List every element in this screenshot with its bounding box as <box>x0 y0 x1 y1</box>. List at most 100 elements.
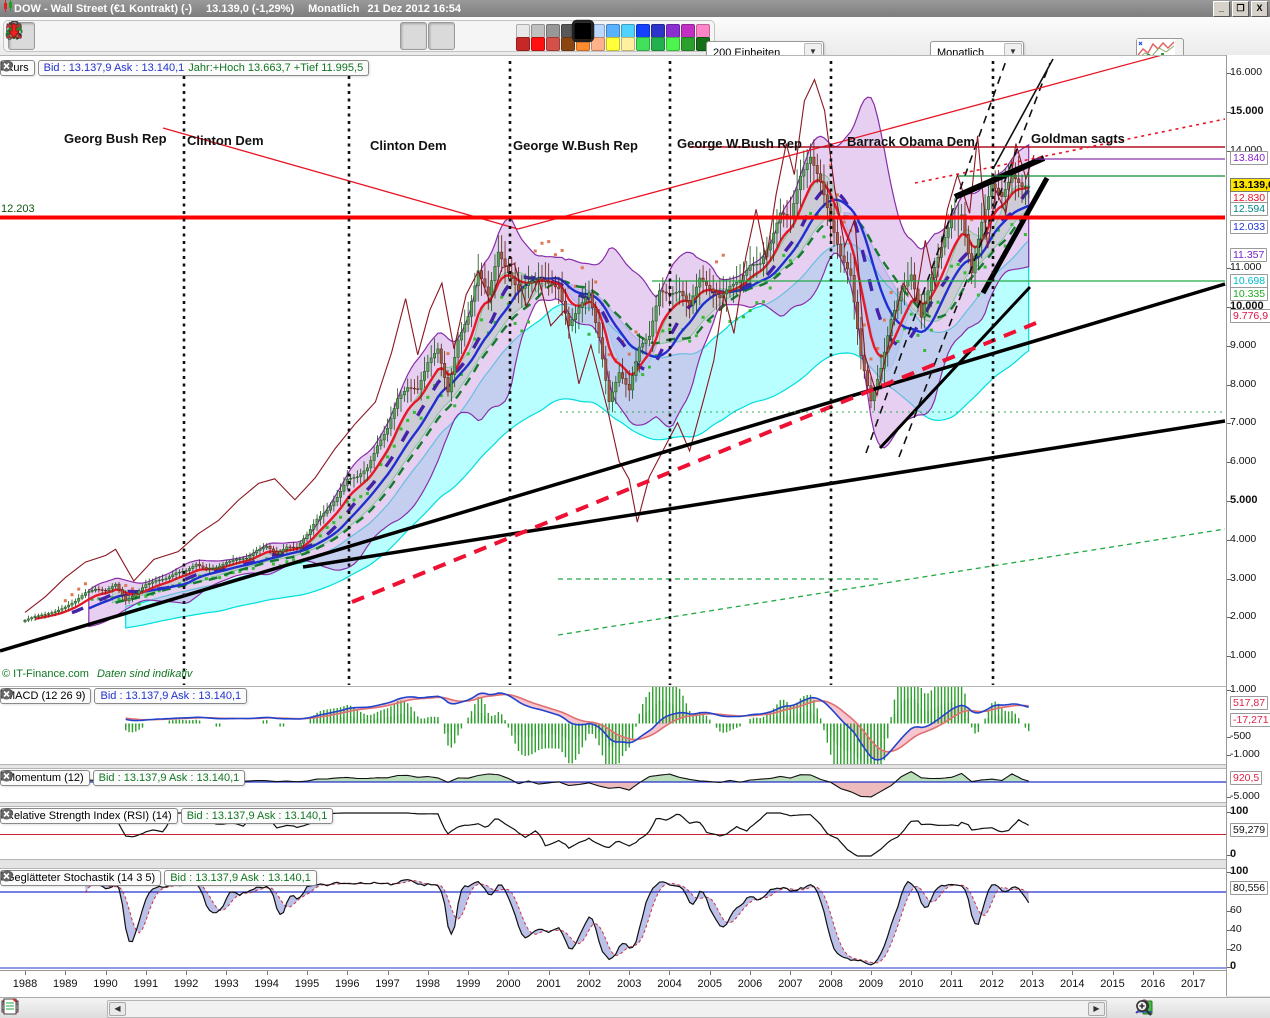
color-swatch[interactable] <box>606 23 620 38</box>
rsi-panel[interactable]: Relative Strength Index (RSI) (14) Bid : … <box>0 806 1226 860</box>
year-label: 1990 <box>93 978 118 990</box>
restore-button[interactable]: ❐ <box>1232 1 1249 17</box>
macd-panel[interactable]: MACD (12 26 9) Bid : 13.137,9 Ask : 13.14… <box>0 686 1226 765</box>
axis-label: 9.000 <box>1230 339 1257 351</box>
bid-ask-value: Bid : 13.137,9 Ask : 13.140,1 <box>186 810 328 822</box>
close-icon[interactable] <box>0 870 13 882</box>
axis-label: -500 <box>1230 730 1252 742</box>
color-swatch[interactable] <box>696 23 710 38</box>
text-tool-button[interactable]: T <box>6 22 287 50</box>
color-swatch[interactable] <box>591 36 605 51</box>
sell-arrow-button[interactable] <box>8 22 511 50</box>
close-icon[interactable] <box>0 770 13 782</box>
year-label: 1999 <box>455 978 481 990</box>
year-tick <box>830 971 832 975</box>
trendline-tool-button[interactable] <box>6 22 175 50</box>
color-swatch[interactable] <box>546 36 560 51</box>
print-icon[interactable] <box>1 999 56 1018</box>
axis-label: 12.033 <box>1230 220 1269 234</box>
color-swatch[interactable] <box>516 23 530 38</box>
color-swatch[interactable] <box>636 36 650 51</box>
color-swatch[interactable] <box>606 36 620 51</box>
color-swatch[interactable] <box>651 36 665 51</box>
buy-arrow-button[interactable] <box>8 22 483 50</box>
scroll-right-button[interactable]: ▶ <box>1088 1002 1105 1016</box>
axis-tick <box>1227 268 1231 269</box>
color-swatch[interactable] <box>621 36 635 51</box>
linechart-style-button[interactable] <box>5 22 427 50</box>
close-icon[interactable] <box>0 808 13 820</box>
year-label: 1989 <box>53 978 78 990</box>
disconnect-icon[interactable] <box>2 999 86 1018</box>
color-swatch[interactable] <box>621 23 635 38</box>
stochastic-panel[interactable]: Geglätteter Stochastik (14 3 5) Bid : 13.… <box>0 868 1226 972</box>
color-swatch[interactable] <box>516 36 530 51</box>
color-swatch[interactable] <box>681 23 695 38</box>
year-tick <box>750 971 752 975</box>
axis-tick <box>1227 73 1231 74</box>
close-icon[interactable] <box>0 60 13 72</box>
zoom-in-icon[interactable] <box>1136 999 1266 1018</box>
color-swatch[interactable] <box>531 36 545 51</box>
momentum-panel[interactable]: Momentum (12) Bid : 13.137,9 Ask : 13.140… <box>0 768 1226 803</box>
color-swatch[interactable] <box>666 23 680 38</box>
minimize-button[interactable]: _ <box>1213 1 1230 17</box>
barchart-style-button[interactable] <box>6 22 455 50</box>
indicator-tool-button[interactable] <box>6 22 259 50</box>
axis-label: 100 <box>1230 805 1249 817</box>
axis-label: 15.000 <box>1230 105 1264 117</box>
color-swatch[interactable] <box>571 19 595 42</box>
axis-label: 0 <box>1230 848 1237 860</box>
trash-tool-button[interactable] <box>7 22 399 50</box>
color-swatch[interactable] <box>561 23 575 38</box>
year-tick <box>991 971 993 975</box>
color-swatch[interactable] <box>651 23 665 38</box>
chart-annotation: George W.Bush Rep <box>513 138 638 153</box>
stoch-title-box: Geglätteter Stochastik (14 3 5) <box>0 870 162 886</box>
year-label: 2014 <box>1060 978 1085 990</box>
parallel-tool-button[interactable] <box>7 22 343 50</box>
scroll-left-button[interactable]: ◀ <box>109 1002 126 1016</box>
color-swatch[interactable] <box>636 23 650 38</box>
close-button[interactable]: X <box>1251 1 1268 17</box>
color-swatch[interactable] <box>591 23 605 38</box>
ruler-tool-button[interactable] <box>5 22 63 50</box>
rsi-title-box: Relative Strength Index (RSI) (14) <box>0 808 178 824</box>
color-swatch[interactable] <box>561 36 575 51</box>
axis-tick <box>1227 656 1231 657</box>
main-chart-panel[interactable]: Kurs Bid : 13.137,9 Ask : 13.140,1 Jahr:… <box>0 55 1226 687</box>
horizontal-scrollbar[interactable]: ◀ ▶ <box>107 1000 1107 1018</box>
year-tick <box>186 971 188 975</box>
toolbar: T 200 Einheiten ▼ Monatlich ▼ <box>0 17 1270 69</box>
settings-tool-button[interactable] <box>6 21 371 50</box>
hline-tool-button[interactable] <box>6 22 203 50</box>
title-bar[interactable]: DOW - Wall Street (€1 Kontrakt) (-) 13.1… <box>0 0 1270 17</box>
axis-label: 11.357 <box>1230 248 1268 262</box>
axis-tick <box>1227 307 1231 308</box>
close-icon[interactable] <box>0 688 13 700</box>
color-swatch[interactable] <box>666 36 680 51</box>
year-label: 2004 <box>657 978 682 990</box>
zoom-out-icon[interactable] <box>1136 999 1230 1018</box>
window-title-quote: 13.139,0 (-1,29%) <box>206 2 295 15</box>
zoom-range-icon[interactable] <box>1136 999 1194 1018</box>
trading-app-window: DOW - Wall Street (€1 Kontrakt) (-) 13.1… <box>0 0 1270 1018</box>
year-tick <box>1032 971 1033 975</box>
axis-label: 12.594 <box>1230 202 1269 216</box>
year-tick <box>548 971 550 975</box>
point-tool-button[interactable] <box>7 22 147 50</box>
axis-tick <box>1227 949 1231 950</box>
alarm-tool-button[interactable] <box>6 22 91 50</box>
axis-tick <box>1227 797 1231 798</box>
time-axis[interactable]: 1988 1989 1990 1991 1992 1993 1994 1995 1996 1997… <box>0 970 1226 998</box>
color-swatch[interactable] <box>681 36 695 51</box>
axis-label: -17,271 <box>1230 713 1270 727</box>
zoom-tool-button[interactable] <box>6 22 119 50</box>
color-swatch[interactable] <box>546 23 560 38</box>
color-swatch[interactable] <box>531 23 545 38</box>
price-axis[interactable]: 16.000 15.000 14.000 11.000 10.000 9.000 8.000… <box>1226 55 1270 996</box>
scale-tool-button[interactable] <box>7 22 315 50</box>
axis-label: 60 <box>1230 904 1242 916</box>
rsi-quote-box: Bid : 13.137,9 Ask : 13.140,1 <box>180 808 334 824</box>
vline-tool-button[interactable] <box>10 22 231 50</box>
